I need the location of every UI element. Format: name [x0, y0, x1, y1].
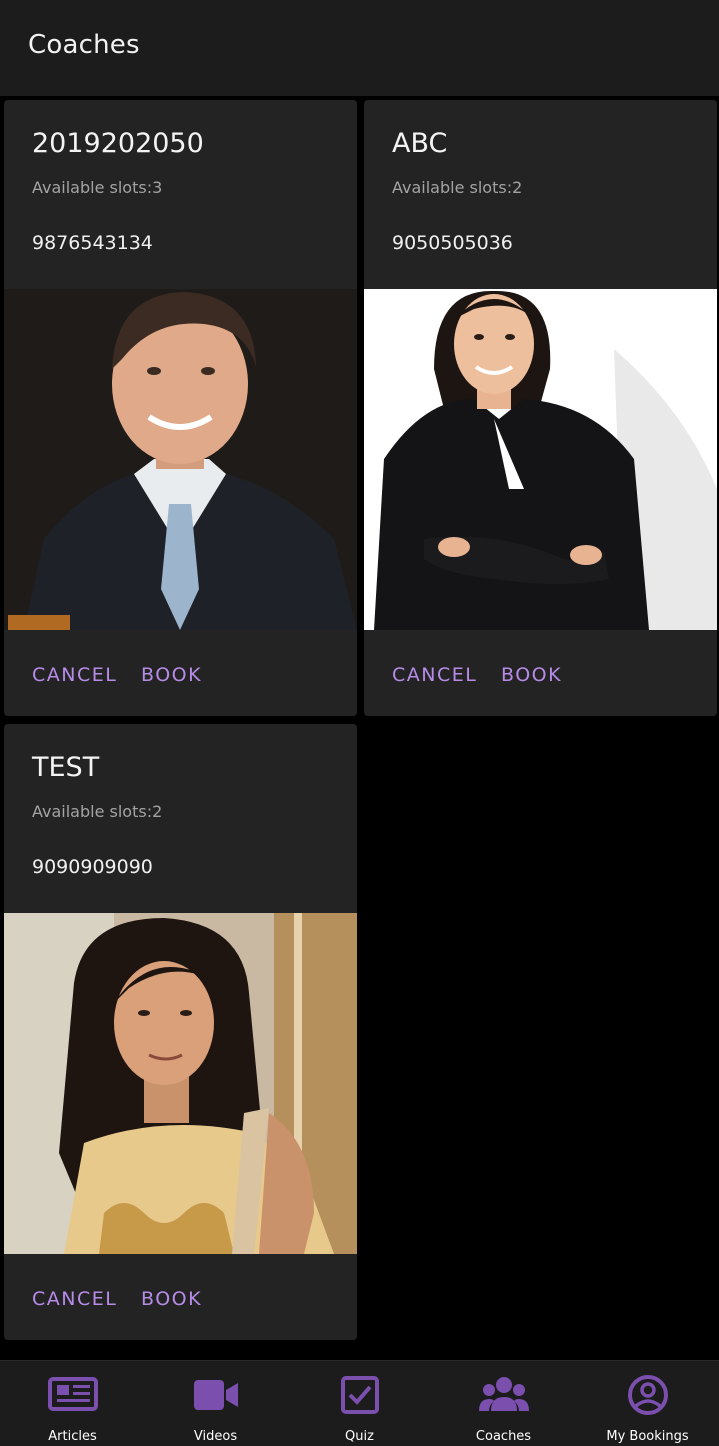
nav-item-my-bookings[interactable]: My Bookings	[576, 1361, 719, 1446]
nav-item-videos[interactable]: Videos	[144, 1361, 287, 1446]
cancel-button[interactable]: CANCEL	[392, 664, 477, 686]
people-group-icon	[478, 1377, 529, 1411]
cancel-button[interactable]: CANCEL	[32, 664, 117, 686]
nav-label: Articles	[48, 1429, 97, 1444]
cancel-button[interactable]: CANCEL	[32, 1288, 117, 1310]
checkbox-icon	[340, 1376, 379, 1414]
coach-phone: 9090909090	[32, 856, 153, 878]
nav-item-coaches[interactable]: Coaches	[432, 1361, 575, 1446]
coach-photo-man	[4, 289, 357, 630]
coach-available-slots: Available slots:2	[392, 178, 523, 197]
coach-photo	[4, 289, 357, 630]
coach-phone: 9050505036	[392, 232, 513, 254]
nav-item-quiz[interactable]: Quiz	[288, 1361, 431, 1446]
account-circle-icon	[627, 1375, 668, 1415]
coach-available-slots: Available slots:2	[32, 802, 163, 821]
nav-label: Quiz	[345, 1429, 374, 1444]
coach-name: ABC	[392, 128, 448, 159]
coach-card: TEST Available slots:2 9090909090 CANCEL…	[4, 724, 357, 1340]
card-actions: CANCEL BOOK	[4, 630, 357, 716]
coach-card: ABC Available slots:2 9050505036 CANCEL …	[364, 100, 717, 716]
video-camera-icon	[193, 1380, 238, 1410]
coach-available-slots: Available slots:3	[32, 178, 163, 197]
coach-photo	[364, 289, 717, 630]
coach-photo-woman-suit	[364, 289, 717, 630]
app-bar: Coaches	[0, 0, 719, 96]
nav-item-articles[interactable]: Articles	[1, 1361, 144, 1446]
nav-label: My Bookings	[606, 1429, 689, 1444]
card-actions: CANCEL BOOK	[364, 630, 717, 716]
book-button[interactable]: BOOK	[141, 1288, 202, 1310]
coach-phone: 9876543134	[32, 232, 153, 254]
newspaper-icon	[47, 1377, 98, 1411]
nav-label: Videos	[193, 1429, 238, 1444]
book-button[interactable]: BOOK	[501, 664, 562, 686]
coach-name: 2019202050	[32, 128, 204, 159]
coach-photo	[4, 913, 357, 1254]
coach-name: TEST	[32, 752, 100, 783]
coach-photo-woman-casual	[4, 913, 357, 1254]
bottom-navigation: Articles Videos Quiz Coaches My Bookings	[0, 1360, 719, 1446]
book-button[interactable]: BOOK	[141, 664, 202, 686]
coach-card: 2019202050 Available slots:3 9876543134	[4, 100, 357, 716]
nav-label: Coaches	[475, 1429, 532, 1444]
page-title: Coaches	[28, 30, 140, 60]
card-actions: CANCEL BOOK	[4, 1254, 357, 1340]
